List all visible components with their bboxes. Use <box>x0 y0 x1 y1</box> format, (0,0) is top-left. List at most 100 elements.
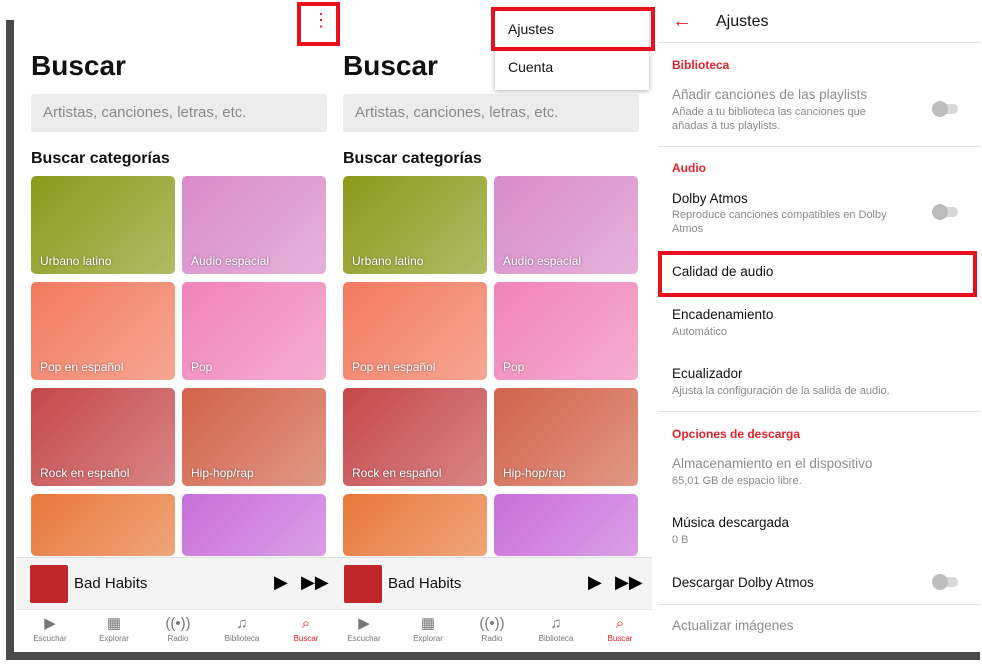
search-input[interactable]: Artistas, canciones, letras, etc. <box>31 94 327 132</box>
category-label: Pop <box>503 360 525 374</box>
nav-label: Buscar <box>293 634 319 643</box>
update-images-setting[interactable]: Actualizar imágenes <box>672 618 794 633</box>
dolby-atmos-toggle[interactable] <box>932 204 958 220</box>
category-label: Hip-hop/rap <box>191 466 254 480</box>
divider <box>658 604 980 605</box>
nav-item-buscar[interactable]: ⌕ Buscar <box>276 614 336 643</box>
category-tile[interactable]: Rock en español <box>31 388 175 486</box>
nav-item-radio[interactable]: ((•)) Radio <box>462 614 522 643</box>
panel-shadow <box>6 652 976 660</box>
category-tile[interactable] <box>182 494 326 556</box>
highlight-audio-quality <box>658 251 977 297</box>
category-tile[interactable]: Pop en español <box>31 282 175 380</box>
play-icon[interactable]: ▶ <box>588 572 602 593</box>
play-circle-icon: ▶ <box>44 615 56 632</box>
category-tile[interactable]: Pop <box>182 282 326 380</box>
mini-player[interactable]: Bad Habits ▶ ▶▶ <box>330 557 652 610</box>
category-label: Hip-hop/rap <box>503 466 566 480</box>
settings-screen: ← Ajustes Biblioteca Añadir canciones de… <box>658 0 980 652</box>
nav-item-biblioteca[interactable]: ♫ Biblioteca <box>212 614 272 643</box>
category-tile[interactable]: Urbano latino <box>343 176 487 274</box>
category-tile[interactable] <box>343 494 487 556</box>
search-icon: ⌕ <box>301 615 311 632</box>
category-tile[interactable]: Audio espacial <box>182 176 326 274</box>
category-label: Audio espacial <box>503 254 582 268</box>
panel-shadow <box>6 20 14 660</box>
category-label: Urbano latino <box>40 254 112 268</box>
bottom-nav: ▶ Escuchar ▦ Explorar ((•)) Radio ♫ Biblioteca ⌕… <box>330 609 652 652</box>
download-dolby-toggle[interactable] <box>932 574 958 590</box>
nav-item-escuchar[interactable]: ▶ Escuchar <box>20 614 80 643</box>
play-icon[interactable]: ▶ <box>274 572 288 593</box>
categories-title: Buscar categorías <box>31 150 170 167</box>
library-icon: ♫ <box>236 615 248 632</box>
dolby-atmos-description: Reproduce canciones compatibles en Dolby… <box>672 209 887 235</box>
nav-label: Escuchar <box>347 634 381 643</box>
page-title: Buscar <box>31 50 126 81</box>
categories-title: Buscar categorías <box>343 150 482 167</box>
section-audio: Audio <box>672 161 706 175</box>
crossfade-setting[interactable]: Encadenamiento <box>672 307 773 322</box>
category-tile[interactable]: Pop en español <box>343 282 487 380</box>
category-label: Pop en español <box>40 360 124 374</box>
category-label: Urbano latino <box>352 254 424 268</box>
add-songs-setting[interactable]: Añadir canciones de las playlists <box>672 87 867 102</box>
album-art <box>344 565 382 603</box>
category-label: Rock en español <box>352 466 442 480</box>
add-songs-description: Añade a tu biblioteca las canciones que … <box>672 106 866 132</box>
back-arrow-icon[interactable]: ← <box>672 10 692 33</box>
highlight-ajustes <box>491 7 655 51</box>
dolby-atmos-setting[interactable]: Dolby Atmos <box>672 191 748 206</box>
search-icon: ⌕ <box>615 615 625 632</box>
nav-label: Biblioteca <box>224 634 260 643</box>
page-title: Buscar <box>343 50 438 81</box>
nav-item-radio[interactable]: ((•)) Radio <box>148 614 208 643</box>
nav-label: Radio <box>481 634 503 643</box>
category-label: Rock en español <box>40 466 130 480</box>
nav-label: Biblioteca <box>538 634 574 643</box>
add-songs-toggle[interactable] <box>932 101 958 117</box>
downloaded-music-setting[interactable]: Música descargada <box>672 515 789 530</box>
nav-item-biblioteca[interactable]: ♫ Biblioteca <box>526 614 586 643</box>
menu-item-cuenta[interactable]: Cuenta <box>508 59 553 75</box>
category-tile[interactable]: Urbano latino <box>31 176 175 274</box>
highlight-more-options <box>297 2 340 46</box>
album-art <box>30 565 68 603</box>
search-screen-2: Buscar Artistas, canciones, letras, etc.… <box>330 0 652 652</box>
storage-description: 65,01 GB de espacio libre. <box>672 475 802 487</box>
section-biblioteca: Biblioteca <box>672 58 730 72</box>
nav-label: Explorar <box>99 634 129 643</box>
storage-setting[interactable]: Almacenamiento en el dispositivo <box>672 456 872 471</box>
nav-label: Buscar <box>607 634 633 643</box>
category-label: Pop <box>191 360 213 374</box>
skip-forward-icon[interactable]: ▶▶ <box>615 572 643 593</box>
download-dolby-setting[interactable]: Descargar Dolby Atmos <box>672 575 814 590</box>
nav-item-escuchar[interactable]: ▶ Escuchar <box>334 614 394 643</box>
mini-player[interactable]: Bad Habits ▶ ▶▶ <box>16 557 342 610</box>
category-label: Audio espacial <box>191 254 270 268</box>
category-tile[interactable]: Pop <box>494 282 638 380</box>
category-tile[interactable]: Rock en español <box>343 388 487 486</box>
nav-item-explorar[interactable]: ▦ Explorar <box>398 614 458 643</box>
nav-item-explorar[interactable]: ▦ Explorar <box>84 614 144 643</box>
category-tile[interactable] <box>31 494 175 556</box>
radio-icon: ((•)) <box>479 615 505 632</box>
radio-icon: ((•)) <box>165 615 191 632</box>
crossfade-value: Automático <box>672 326 728 338</box>
equalizer-description: Ajusta la configuración de la salida de … <box>672 385 890 397</box>
divider <box>658 411 980 412</box>
skip-forward-icon[interactable]: ▶▶ <box>301 572 329 593</box>
category-tile[interactable]: Hip-hop/rap <box>494 388 638 486</box>
grid-icon: ▦ <box>106 615 122 632</box>
bottom-nav: ▶ Escuchar ▦ Explorar ((•)) Radio ♫ Biblioteca ⌕… <box>16 609 342 652</box>
divider <box>658 42 980 43</box>
category-label: Pop en español <box>352 360 436 374</box>
category-tile[interactable] <box>494 494 638 556</box>
divider <box>658 146 980 147</box>
search-input[interactable]: Artistas, canciones, letras, etc. <box>343 94 639 132</box>
nav-item-buscar[interactable]: ⌕ Buscar <box>590 614 650 643</box>
equalizer-setting[interactable]: Ecualizador <box>672 366 743 381</box>
category-tile[interactable]: Hip-hop/rap <box>182 388 326 486</box>
play-circle-icon: ▶ <box>358 615 370 632</box>
category-tile[interactable]: Audio espacial <box>494 176 638 274</box>
